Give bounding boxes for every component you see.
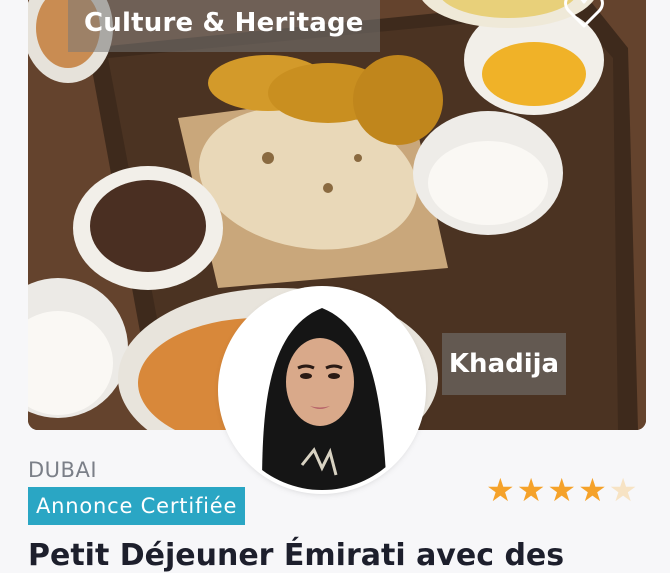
location-city: DUBAI	[28, 458, 98, 482]
star-icon: ★	[608, 471, 638, 509]
favorite-button[interactable]	[560, 0, 608, 34]
category-tag: Culture & Heritage	[68, 0, 380, 52]
certified-badge-label: Annonce Certifiée	[36, 494, 238, 518]
host-name-tag: Khadija	[442, 333, 566, 395]
rating-stars: ★ ★ ★ ★ ★	[486, 474, 637, 506]
experience-card[interactable]: Culture & Heritage Khadija DUBAI Annonce…	[0, 0, 670, 573]
star-icon: ★	[486, 471, 515, 509]
category-label: Culture & Heritage	[84, 8, 364, 38]
host-avatar[interactable]	[222, 290, 422, 490]
star-icon: ★	[578, 471, 607, 509]
experience-title[interactable]: Petit Déjeuner Émirati avec des	[28, 538, 648, 573]
host-portrait	[222, 290, 422, 490]
star-icon: ★	[547, 471, 577, 509]
heart-outline-icon	[564, 0, 604, 28]
star-icon: ★	[516, 471, 546, 509]
host-name: Khadija	[448, 349, 560, 379]
certified-badge: Annonce Certifiée	[28, 487, 246, 525]
